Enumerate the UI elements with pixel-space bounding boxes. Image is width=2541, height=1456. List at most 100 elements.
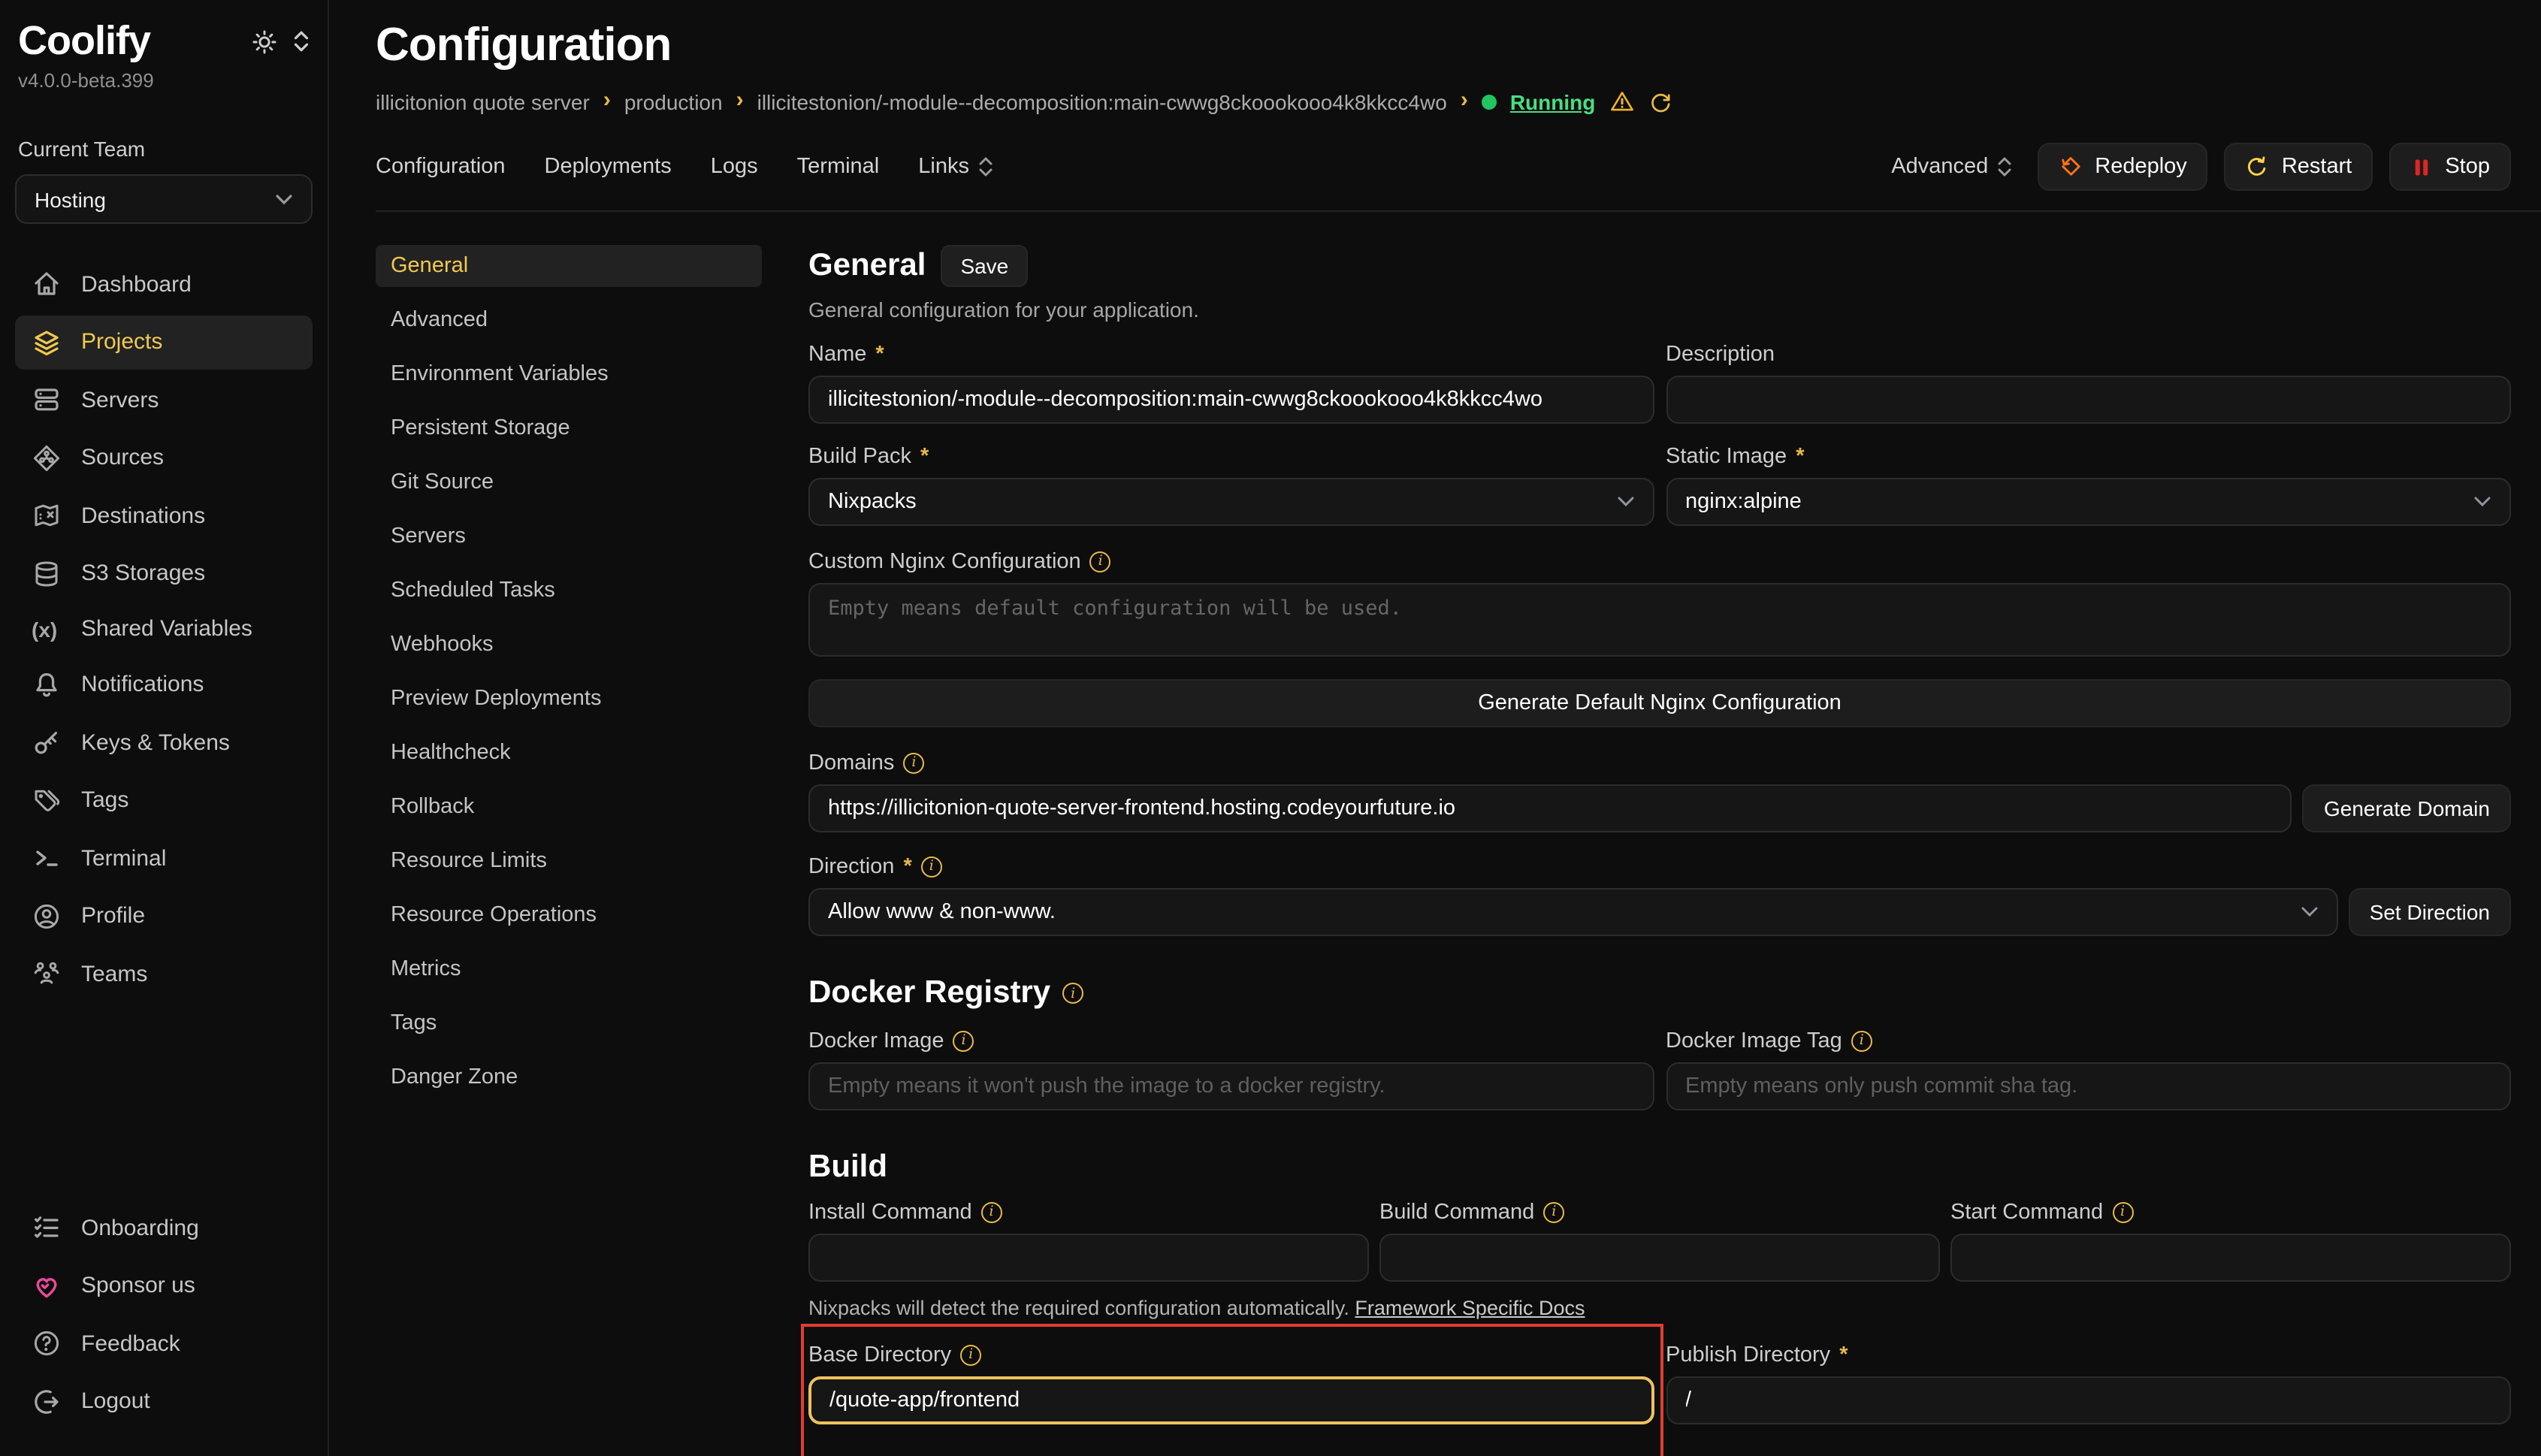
variable-icon: (x) — [32, 617, 62, 641]
start-command-input[interactable] — [1950, 1234, 2511, 1282]
sidebar-item-servers[interactable]: Servers — [15, 373, 313, 427]
status-dot — [1482, 94, 1497, 109]
sidebar-item-profile[interactable]: Profile — [15, 889, 313, 943]
sidebar-item-label: Onboarding — [81, 1215, 199, 1240]
bell-icon — [32, 669, 62, 699]
restart-label: Restart — [2282, 155, 2352, 179]
subnav-item-tags[interactable]: Tags — [376, 1002, 762, 1044]
save-button[interactable]: Save — [941, 245, 1028, 287]
tags-icon — [32, 785, 62, 815]
sidebar-item-logout[interactable]: Logout — [15, 1374, 313, 1428]
docker-registry-title: Docker Registry — [808, 975, 1050, 1011]
subnav-item-preview-deployments[interactable]: Preview Deployments — [376, 678, 762, 720]
breadcrumb-project[interactable]: illicitonion quote server — [376, 89, 590, 113]
direction-select[interactable]: Allow www & non-www. — [808, 888, 2338, 936]
framework-docs-link[interactable]: Framework Specific Docs — [1355, 1297, 1585, 1319]
users-icon — [32, 959, 62, 989]
subnav-item-metrics[interactable]: Metrics — [376, 948, 762, 990]
build-pack-select[interactable]: Nixpacks — [808, 478, 1654, 526]
description-input[interactable] — [1666, 376, 2511, 424]
docker-image-tag-label: Docker Image Tag — [1666, 1029, 1842, 1053]
info-icon: i — [981, 1201, 1002, 1222]
tab-configuration[interactable]: Configuration — [376, 155, 506, 179]
subnav-item-webhooks[interactable]: Webhooks — [376, 624, 762, 666]
stop-button[interactable]: Stop — [2389, 143, 2511, 191]
install-command-input[interactable] — [808, 1234, 1369, 1282]
set-direction-button[interactable]: Set Direction — [2349, 888, 2511, 936]
info-icon: i — [1062, 983, 1083, 1004]
static-image-label: Static Image — [1666, 444, 1787, 468]
sidebar-item-label: Destinations — [81, 503, 205, 528]
checklist-icon — [32, 1213, 62, 1243]
sidebar-item-tags[interactable]: Tags — [15, 773, 313, 827]
tab-label: Deployments — [545, 155, 672, 179]
chevron-right-icon: › — [1461, 87, 1468, 113]
sidebar-item-onboarding[interactable]: Onboarding — [15, 1201, 313, 1255]
section-subtitle: General configuration for your applicati… — [808, 298, 2511, 322]
tab-links[interactable]: Links — [918, 155, 993, 179]
warning-icon[interactable] — [1609, 89, 1634, 114]
theme-selector-chevrons-icon[interactable] — [293, 30, 310, 53]
breadcrumb-application[interactable]: illicitestonion/-module--decomposition:m… — [757, 89, 1447, 113]
sidebar-item-sources[interactable]: Sources — [15, 430, 313, 485]
info-icon: i — [1090, 551, 1111, 572]
info-icon: i — [960, 1344, 981, 1365]
team-select[interactable]: Hosting — [15, 174, 313, 224]
git-source-icon — [32, 443, 62, 473]
tab-deployments[interactable]: Deployments — [545, 155, 672, 179]
refresh-icon[interactable] — [1648, 89, 1672, 113]
tab-label: Configuration — [376, 155, 506, 179]
build-pack-label: Build Pack — [808, 444, 911, 468]
subnav-item-environment-variables[interactable]: Environment Variables — [376, 353, 762, 395]
sidebar-item-dashboard[interactable]: Dashboard — [15, 257, 313, 311]
sidebar-item-keys-tokens[interactable]: Keys & Tokens — [15, 715, 313, 769]
status-badge[interactable]: Running — [1510, 89, 1596, 113]
sidebar-item-sponsor[interactable]: Sponsor us — [15, 1258, 313, 1313]
restart-icon — [2246, 155, 2270, 179]
sidebar-item-shared-variables[interactable]: (x) Shared Variables — [15, 604, 313, 654]
heart-icon — [32, 1270, 62, 1300]
subnav-item-resource-limits[interactable]: Resource Limits — [376, 840, 762, 882]
sidebar-item-teams[interactable]: Teams — [15, 947, 313, 1001]
subnav-item-resource-operations[interactable]: Resource Operations — [376, 894, 762, 936]
tab-terminal[interactable]: Terminal — [797, 155, 880, 179]
subnav-item-advanced[interactable]: Advanced — [376, 299, 762, 341]
subnav-item-general[interactable]: General — [376, 245, 762, 287]
subnav-item-persistent-storage[interactable]: Persistent Storage — [376, 407, 762, 449]
name-label: Name — [808, 342, 866, 366]
page-title: Configuration — [376, 18, 2511, 72]
build-command-input[interactable] — [1379, 1234, 1940, 1282]
advanced-dropdown[interactable]: Advanced — [1891, 155, 2012, 179]
sidebar-item-feedback[interactable]: Feedback — [15, 1316, 313, 1370]
sidebar-item-label: Keys & Tokens — [81, 730, 230, 755]
sidebar-item-terminal[interactable]: Terminal — [15, 831, 313, 885]
docker-image-tag-input[interactable] — [1666, 1062, 2511, 1110]
sidebar-item-projects[interactable]: Projects — [15, 315, 313, 369]
static-image-select[interactable]: nginx:alpine — [1666, 478, 2511, 526]
chevron-down-icon — [275, 193, 293, 205]
subnav-item-healthcheck[interactable]: Healthcheck — [376, 732, 762, 774]
sidebar-item-notifications[interactable]: Notifications — [15, 657, 313, 711]
restart-button[interactable]: Restart — [2225, 143, 2373, 191]
subnav-item-scheduled-tasks[interactable]: Scheduled Tasks — [376, 569, 762, 612]
base-directory-input[interactable] — [808, 1376, 1654, 1424]
redeploy-button[interactable]: Redeploy — [2038, 143, 2208, 191]
sidebar-item-destinations[interactable]: Destinations — [15, 488, 313, 542]
tab-logs[interactable]: Logs — [711, 155, 758, 179]
subnav-item-git-source[interactable]: Git Source — [376, 461, 762, 503]
team-select-value: Hosting — [35, 187, 106, 211]
subnav-item-servers[interactable]: Servers — [376, 515, 762, 557]
settings-subnav: General Advanced Environment Variables P… — [376, 245, 762, 1456]
breadcrumb-environment[interactable]: production — [624, 89, 723, 113]
theme-sun-icon[interactable] — [251, 28, 278, 55]
subnav-item-rollback[interactable]: Rollback — [376, 786, 762, 828]
subnav-item-danger-zone[interactable]: Danger Zone — [376, 1056, 762, 1098]
domains-input[interactable] — [808, 784, 2292, 832]
sidebar-item-s3-storages[interactable]: S3 Storages — [15, 546, 313, 600]
generate-domain-button[interactable]: Generate Domain — [2303, 784, 2511, 832]
name-input[interactable] — [808, 376, 1654, 424]
custom-nginx-textarea[interactable] — [808, 583, 2511, 657]
publish-directory-input[interactable] — [1666, 1376, 2511, 1424]
generate-nginx-button[interactable]: Generate Default Nginx Configuration — [808, 679, 2511, 727]
docker-image-input[interactable] — [808, 1062, 1654, 1110]
